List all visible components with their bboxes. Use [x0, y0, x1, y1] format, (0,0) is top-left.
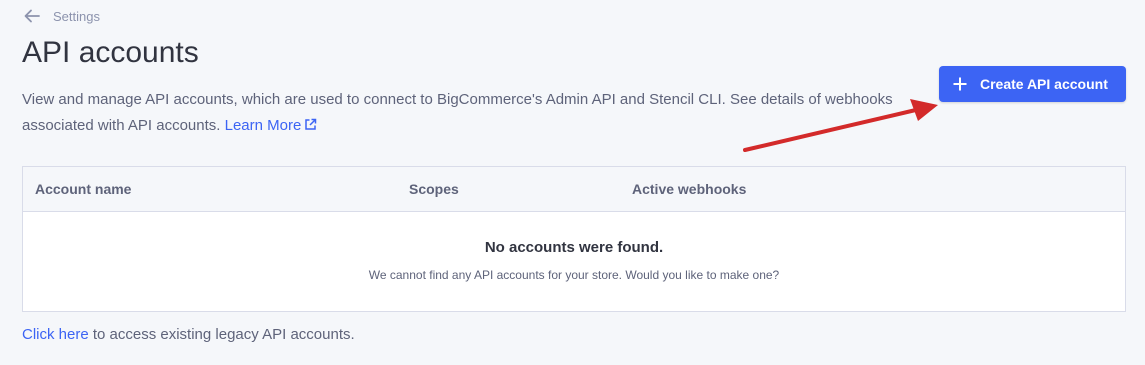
create-api-account-button[interactable]: Create API account — [939, 66, 1126, 102]
table-header: Account name Scopes Active webhooks — [23, 167, 1125, 212]
column-account-name: Account name — [35, 181, 132, 197]
page-description: View and manage API accounts, which are … — [22, 87, 902, 140]
arrow-left-icon[interactable] — [23, 7, 41, 25]
external-link-icon — [304, 114, 317, 140]
learn-more-link[interactable]: Learn More — [225, 117, 318, 134]
create-api-account-label: Create API account — [980, 76, 1108, 92]
legacy-accounts-line: Click here to access existing legacy API… — [22, 326, 355, 343]
plus-icon — [953, 77, 967, 91]
api-accounts-table: Account name Scopes Active webhooks No a… — [22, 166, 1126, 312]
learn-more-label: Learn More — [224, 117, 302, 134]
legacy-click-here-link[interactable]: Click here — [22, 326, 89, 343]
breadcrumb-settings-link[interactable]: Settings — [53, 9, 100, 24]
empty-state-title: No accounts were found. — [484, 239, 664, 256]
breadcrumb: Settings — [23, 6, 100, 26]
page-title: API accounts — [22, 36, 199, 69]
description-text: View and manage API accounts, which are … — [22, 91, 893, 134]
empty-state-message: We cannot find any API accounts for your… — [368, 268, 780, 282]
empty-state: No accounts were found. We cannot find a… — [23, 212, 1125, 282]
column-scopes: Scopes — [409, 181, 459, 197]
legacy-accounts-text: to access existing legacy API accounts. — [88, 326, 355, 343]
column-active-webhooks: Active webhooks — [632, 181, 747, 197]
